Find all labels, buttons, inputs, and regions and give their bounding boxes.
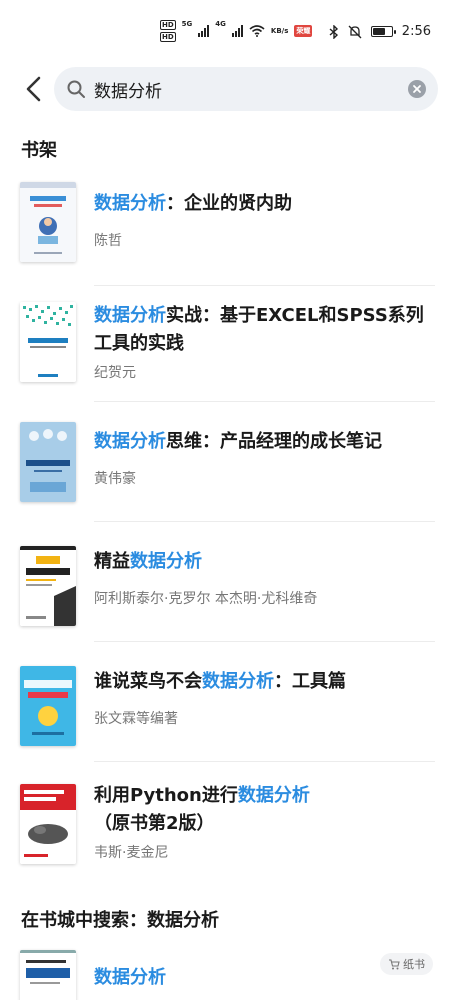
network-4g-label: 4G [215, 20, 226, 28]
book-author: 韦斯·麦金尼 [94, 845, 169, 861]
book-title: 数据分析实战：基于EXCEL和SPSS系列工具的实践 [94, 302, 430, 358]
clock: 2:56 [401, 24, 431, 39]
mute-bell-icon [348, 25, 362, 38]
cart-icon [389, 958, 400, 969]
book-cover [20, 182, 76, 262]
book-title: 数据分析：企业的贤内助 [94, 190, 430, 218]
book-cover-image [20, 302, 76, 382]
store-search-heading: 在书城中搜索：数据分析 [21, 910, 219, 931]
book-item[interactable]: 数据分析实战：基于EXCEL和SPSS系列工具的实践 纪贺元 [0, 286, 455, 402]
clear-search-button[interactable] [408, 80, 426, 98]
hd-label-2: HD [160, 32, 176, 42]
book-title-pre: 精益 [94, 551, 130, 572]
book-title-rest: ：企业的贤内助 [166, 193, 292, 214]
signal-icon [198, 25, 210, 37]
book-title-highlight: 数据分析 [130, 551, 202, 572]
bookshelf-list: 数据分析：企业的贤内助 陈哲 数据分析实战：基于EXCEL和SPSS系列工具的实… [0, 170, 455, 902]
book-title: 数据分析 [94, 964, 344, 992]
signal-icon-2 [231, 25, 243, 37]
book-cover-image [20, 546, 76, 626]
book-title-highlight: 数据分析 [94, 431, 166, 452]
paper-book-tag[interactable]: 纸书 [380, 953, 433, 975]
book-title-highlight: 数据分析 [202, 671, 274, 692]
book-cover [20, 784, 76, 864]
close-icon [413, 85, 421, 93]
book-item[interactable]: 利用Python进行数据分析 （原书第2版） 韦斯·麦金尼 [0, 762, 455, 902]
battery-icon [370, 26, 396, 37]
book-title-highlight: 数据分析 [237, 785, 310, 806]
book-title: 谁说菜鸟不会数据分析：工具篇 [94, 668, 430, 696]
hd-icon: HD HD [160, 20, 176, 42]
book-title-pre: 利用Python进行 [94, 785, 238, 806]
search-icon [67, 80, 85, 98]
app-badge-icon: 荣耀 [294, 25, 313, 37]
book-cover-image [20, 666, 76, 746]
search-box[interactable] [54, 67, 438, 111]
net-speed: KB/s [270, 27, 289, 35]
book-title-highlight: 数据分析 [94, 193, 166, 214]
book-cover [20, 666, 76, 746]
book-title-highlight: 数据分析 [94, 305, 166, 326]
back-button[interactable] [18, 74, 48, 104]
status-left-icons: HD HD 5G 4G KB/s 荣耀 [160, 20, 313, 42]
wifi-icon [249, 25, 265, 37]
status-right-icons: 2:56 [329, 24, 431, 39]
back-arrow-icon [26, 76, 41, 102]
book-cover [20, 302, 76, 382]
book-author: 阿利斯泰尔·克罗尔 本杰明·尤科维奇 [94, 591, 318, 607]
book-author: 张文霖等编著 [94, 711, 178, 727]
battery-fill [372, 28, 386, 35]
book-item[interactable]: 谁说菜鸟不会数据分析：工具篇 张文霖等编著 [0, 642, 455, 762]
book-cover [20, 546, 76, 626]
book-title: 精益数据分析 [94, 548, 430, 576]
book-title: 数据分析思维：产品经理的成长笔记 [94, 428, 430, 456]
paper-book-tag-label: 纸书 [403, 958, 425, 971]
network-5g-label: 5G [181, 20, 193, 28]
book-item[interactable]: 数据分析：企业的贤内助 陈哲 [0, 170, 455, 286]
status-bar: HD HD 5G 4G KB/s 荣耀 2:56 [0, 0, 455, 62]
book-cover-image [20, 422, 76, 502]
bluetooth-icon [329, 24, 338, 39]
book-title-pre: 谁说菜鸟不会 [94, 671, 202, 692]
book-title-rest: 思维：产品经理的成长笔记 [166, 431, 382, 452]
book-author: 陈哲 [94, 233, 122, 249]
book-item[interactable]: 数据分析思维：产品经理的成长笔记 黄伟豪 [0, 402, 455, 522]
search-input[interactable] [94, 69, 408, 109]
book-cover-image [20, 784, 76, 864]
book-author: 纪贺元 [94, 365, 136, 381]
book-cover-image [20, 950, 76, 1000]
hd-label-1: HD [160, 20, 176, 30]
book-title: 利用Python进行数据分析 （原书第2版） [94, 782, 430, 838]
book-title-rest: （原书第2版） [94, 813, 215, 834]
book-cover [20, 950, 76, 1000]
book-cover [20, 422, 76, 502]
book-title-highlight: 数据分析 [94, 967, 166, 988]
book-item[interactable]: 精益数据分析 阿利斯泰尔·克罗尔 本杰明·尤科维奇 [0, 522, 455, 642]
book-title-rest: ：工具篇 [274, 671, 346, 692]
book-cover-image [20, 182, 76, 262]
bookshelf-heading: 书架 [21, 140, 57, 161]
book-author: 黄伟豪 [94, 471, 136, 487]
